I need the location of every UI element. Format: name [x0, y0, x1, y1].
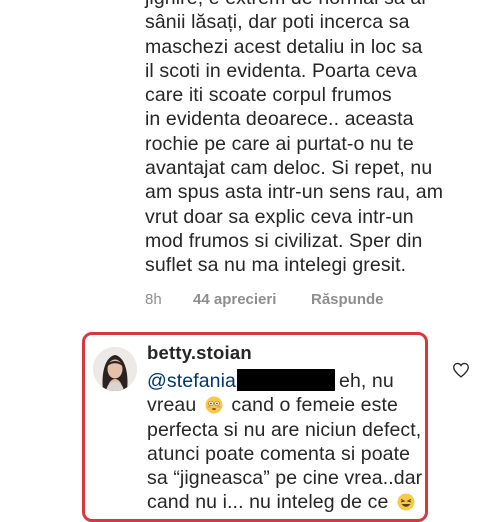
username[interactable]: betty.stoian — [147, 342, 437, 364]
flushed-face-icon — [205, 396, 223, 414]
reply-line-text: cand o femeie este — [231, 394, 398, 417]
reply-line-text: eh, nu — [339, 370, 394, 392]
comment-line: am spus asta intr-un sens rau, am — [145, 181, 444, 204]
comment-line: avantajat cam deloc. Si repet, nu — [145, 157, 433, 180]
reply-line: perfecta si nu are niciun defect, — [147, 418, 422, 441]
reply-comment: betty.stoian @stefania eh, nu vreau cand … — [147, 342, 437, 515]
reply-text: @stefania eh, nu vreau cand o femeie este… — [147, 369, 437, 515]
comment-line: in evidenta deoarece.. aceasta — [145, 108, 414, 131]
reply-line: vreau cand o femeie este — [147, 393, 437, 417]
reply-line: atunci poate comenta si poate — [147, 442, 411, 465]
reply-button[interactable]: Răspunde — [311, 291, 384, 308]
comment-line: maschezi acest detaliu in loc sa — [145, 35, 423, 58]
comment-line: vrut doar sa explic ceva intr-un — [145, 205, 414, 228]
like-heart-icon[interactable] — [452, 362, 470, 378]
comment-line: jignire, e extrem de normal sa ai — [145, 0, 445, 10]
avatar-image — [93, 347, 137, 391]
comment-time: 8h — [145, 290, 162, 308]
likes-count[interactable]: 44 aprecieri — [193, 291, 311, 308]
parent-comment: jignire, e extrem de normal sa ai sânii … — [145, 0, 445, 278]
comment-line: sânii lăsați, dar poti incerca sa — [145, 11, 410, 34]
redaction-bar — [237, 369, 335, 391]
mention-link[interactable]: @stefania — [147, 370, 236, 392]
comment-line: rochie pe care ai purtat-o nu te — [145, 132, 414, 155]
reply-line: cand nu i... nu inteleg de ce — [147, 490, 437, 514]
reply-line-text: vreau — [147, 394, 197, 417]
reply-line: sa “jigneasca” pe cine vrea..dar — [147, 467, 423, 490]
comment-line: il scoti in evidenta. Poarta ceva — [145, 59, 418, 82]
laughing-face-icon — [397, 493, 415, 511]
comment-meta: 8h 44 aprecieri Răspunde — [145, 289, 384, 309]
comment-line: care iti scoate corpul frumos — [145, 84, 392, 107]
comment-line: mod frumos si civilizat. Sper din — [145, 229, 423, 252]
comment-line: suflet sa nu ma intelegi gresit. — [145, 254, 407, 277]
reply-line-text: cand nu i... nu inteleg de ce — [147, 491, 389, 514]
reply-line: @stefania eh, nu — [147, 369, 437, 393]
avatar[interactable] — [93, 347, 137, 391]
parent-comment-text: jignire, e extrem de normal sa ai sânii … — [145, 0, 445, 278]
